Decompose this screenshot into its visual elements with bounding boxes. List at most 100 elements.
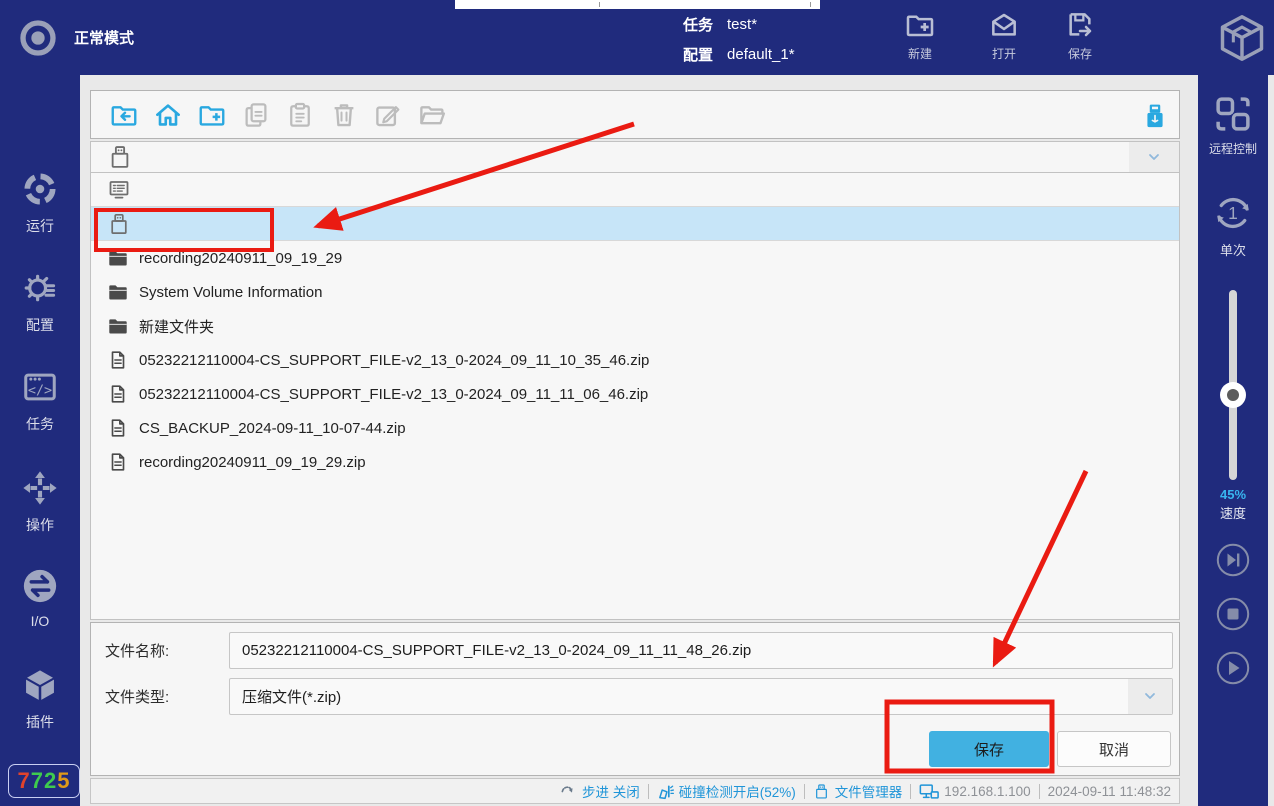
file-name-label: 文件名称: <box>91 640 229 661</box>
open-task-icon <box>988 9 1020 41</box>
cancel-button[interactable]: 取消 <box>1057 731 1171 767</box>
step-icon <box>560 783 577 800</box>
computer-icon <box>107 178 131 202</box>
sidebar-item-run[interactable]: 运行 <box>0 170 80 248</box>
copy-button[interactable] <box>241 100 271 130</box>
mode-ring-icon <box>18 18 58 58</box>
separator <box>804 784 805 799</box>
stop-button[interactable] <box>1216 597 1250 631</box>
delete-button[interactable] <box>329 100 359 130</box>
open-task-label: 打开 <box>992 45 1016 62</box>
folder-icon <box>107 315 129 337</box>
file-icon <box>107 417 129 439</box>
copy-icon <box>241 100 271 130</box>
open-folder-icon <box>417 100 447 130</box>
skip-next-button[interactable] <box>1216 543 1250 577</box>
save-task-button[interactable]: 保存 <box>1048 9 1112 69</box>
speed-slider-thumb[interactable] <box>1220 382 1246 408</box>
robot-teach-pendant-app: 正常模式 任务 test* 配置 default_1* 新建 打开 保存 <box>0 0 1274 806</box>
separator <box>1039 784 1040 799</box>
stop-icon <box>1216 597 1250 631</box>
rename-button[interactable] <box>373 100 403 130</box>
sidebar-item-plugin[interactable]: 插件 <box>0 666 80 744</box>
play-button[interactable] <box>1216 651 1250 685</box>
run-icon <box>21 170 59 208</box>
remote-control-label: 远程控制 <box>1209 140 1257 157</box>
counter-badge: 7725 <box>8 764 80 798</box>
plugin-cube-icon <box>21 666 59 704</box>
speed-label: 速度 <box>1198 503 1268 522</box>
skip-next-icon <box>1216 543 1250 577</box>
sidebar-item-operate[interactable]: 操作 <box>0 469 80 547</box>
open-task-button[interactable]: 打开 <box>972 9 1036 69</box>
sidebar-item-config[interactable]: 配置 <box>0 269 80 347</box>
new-task-label: 新建 <box>908 45 932 62</box>
list-item-local-computer[interactable] <box>91 173 1179 207</box>
path-dropdown-chevron[interactable] <box>1129 142 1179 172</box>
folder-back-button[interactable] <box>109 100 139 130</box>
usb-drive-icon <box>813 783 830 800</box>
file-type-chevron[interactable] <box>1128 679 1172 714</box>
sidebar-item-task[interactable]: 任务 <box>0 368 80 446</box>
file-type-select[interactable]: 压缩文件(*.zip) <box>229 678 1173 715</box>
file-manager-status[interactable]: 文件管理器 <box>813 781 903 801</box>
step-mode-status[interactable]: 步进 关闭 <box>560 781 640 801</box>
list-item-folder[interactable]: 新建文件夹 <box>91 309 1179 343</box>
sidebar-item-io[interactable]: I/O <box>0 567 80 645</box>
file-type-label: 文件类型: <box>91 686 229 707</box>
single-run-button[interactable]: 单次 <box>1198 191 1268 259</box>
top-bar: 正常模式 任务 test* 配置 default_1* 新建 打开 保存 <box>0 0 1274 75</box>
list-item-file[interactable]: CS_BACKUP_2024-09-11_10-07-44.zip <box>91 411 1179 445</box>
path-selector-dropdown[interactable] <box>90 141 1180 173</box>
file-icon <box>107 383 129 405</box>
task-label: 任务 <box>683 14 713 35</box>
task-code-icon <box>21 368 59 406</box>
task-value: test* <box>727 16 757 33</box>
left-sidebar: 运行 配置 任务 操作 I/O 插件 7725 <box>0 75 80 806</box>
file-icon <box>107 451 129 473</box>
list-item-folder[interactable]: recording20240911_09_19_29 <box>91 241 1179 275</box>
home-button[interactable] <box>153 100 183 130</box>
app-cube-logo-icon <box>1216 9 1268 67</box>
rename-icon <box>373 100 403 130</box>
collision-detection-status[interactable]: 碰撞检测开启(52%) <box>657 781 796 801</box>
list-item-file[interactable]: recording20240911_09_19_29.zip <box>91 445 1179 479</box>
paste-button[interactable] <box>285 100 315 130</box>
file-name-input[interactable] <box>229 632 1173 669</box>
save-dialog-form: 文件名称: 文件类型: 压缩文件(*.zip) 保存 取消 <box>90 622 1180 776</box>
config-gear-icon <box>21 269 59 307</box>
open-folder-button[interactable] <box>417 100 447 130</box>
new-task-button[interactable]: 新建 <box>888 9 952 69</box>
list-item-usb-drive[interactable] <box>91 207 1179 241</box>
new-folder-button[interactable] <box>197 100 227 130</box>
usb-device-button[interactable] <box>1141 101 1169 131</box>
chevron-down-icon <box>1146 149 1162 165</box>
file-manager-panel: recording20240911_09_19_29 System Volume… <box>80 75 1198 806</box>
list-item-file[interactable]: 05232212110004-CS_SUPPORT_FILE-v2_13_0-2… <box>91 343 1179 377</box>
file-list: recording20240911_09_19_29 System Volume… <box>90 172 1180 620</box>
usb-drive-icon <box>107 144 133 170</box>
home-icon <box>153 100 183 130</box>
file-icon <box>107 349 129 371</box>
jog-move-icon <box>21 469 59 507</box>
list-item-folder[interactable]: System Volume Information <box>91 275 1179 309</box>
sidebar-item-label: I/O <box>31 613 50 629</box>
save-button[interactable]: 保存 <box>929 731 1049 767</box>
folder-icon <box>107 247 129 269</box>
speed-value: 45% <box>1198 487 1268 502</box>
mode-label: 正常模式 <box>74 27 134 48</box>
sidebar-item-label: 任务 <box>26 414 54 434</box>
save-task-icon <box>1064 9 1096 41</box>
io-icon <box>21 567 59 605</box>
list-item-file[interactable]: 05232212110004-CS_SUPPORT_FILE-v2_13_0-2… <box>91 377 1179 411</box>
config-value: default_1* <box>727 46 795 63</box>
save-task-label: 保存 <box>1068 45 1092 62</box>
remote-control-button[interactable]: 远程控制 <box>1198 93 1268 157</box>
paste-icon <box>285 100 315 130</box>
folder-icon <box>107 281 129 303</box>
task-info: 任务 test* 配置 default_1* <box>683 11 795 71</box>
separator <box>648 784 649 799</box>
network-icon <box>919 783 939 800</box>
config-label: 配置 <box>683 44 713 65</box>
single-run-icon <box>1211 191 1255 235</box>
